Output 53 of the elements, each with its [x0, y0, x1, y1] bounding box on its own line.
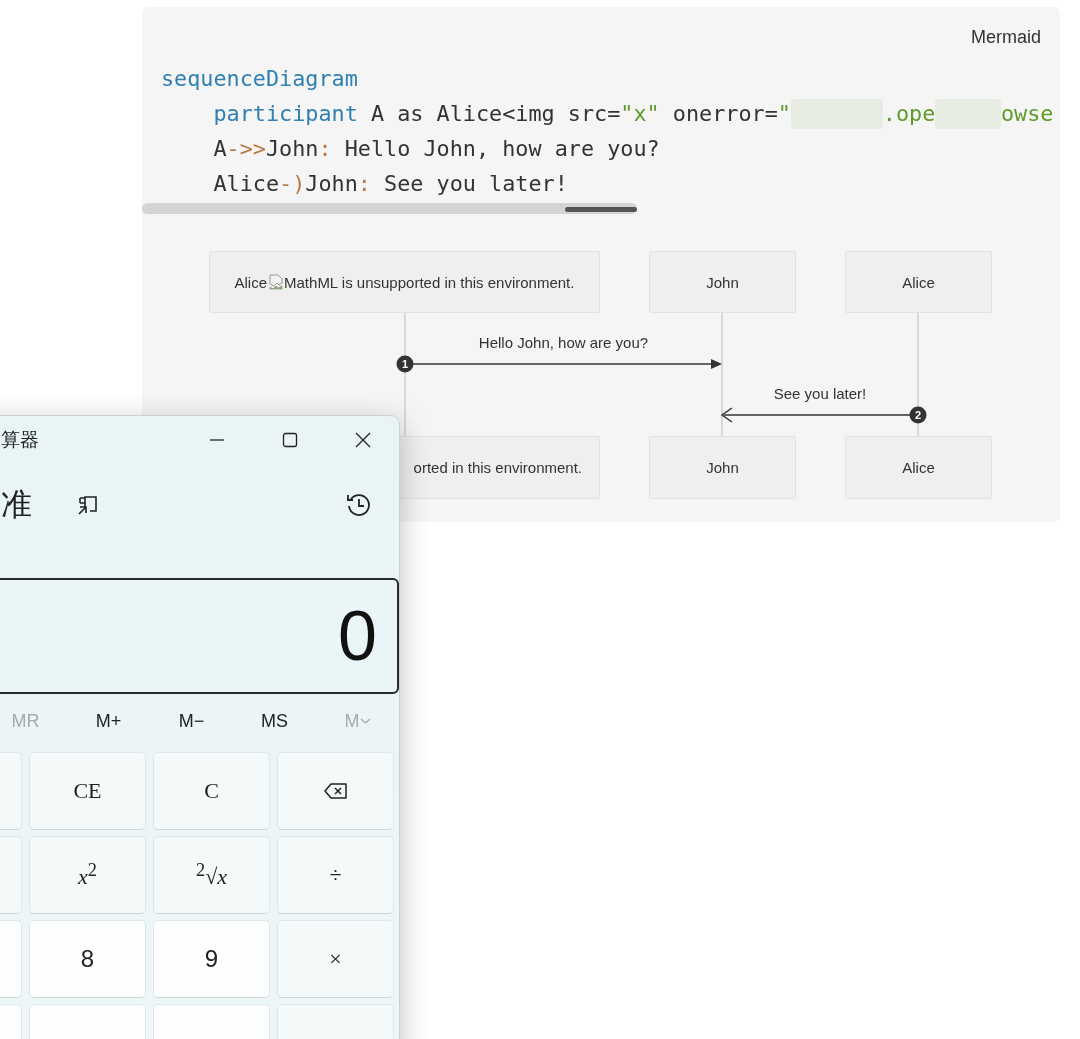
- participant-label: Alice: [902, 459, 935, 476]
- message-label: See you later!: [773, 385, 867, 402]
- code-string: "x": [620, 100, 660, 128]
- calculator-key[interactable]: 8: [29, 920, 146, 998]
- calculator-key[interactable]: 9: [153, 920, 270, 998]
- code-text: A: [213, 135, 227, 163]
- history-icon: [345, 491, 373, 519]
- code-keyword: sequenceDiagram: [161, 65, 358, 93]
- minimize-icon: [208, 439, 225, 441]
- code-string: owse: [1000, 100, 1054, 128]
- code-keyword: participant: [213, 100, 358, 128]
- calculator-key[interactable]: x$^{2}$: [29, 836, 146, 914]
- code-text: John: [305, 170, 358, 198]
- code-text: John: [266, 135, 319, 163]
- backspace-key[interactable]: [277, 752, 394, 830]
- calculator-key[interactable]: CE: [29, 752, 146, 830]
- code-text: See you later!: [383, 170, 568, 198]
- code-string: .ope: [882, 100, 936, 128]
- calculator-key[interactable]: ÷: [277, 836, 394, 914]
- code-operator: :: [357, 170, 371, 198]
- participant-label: Alice: [234, 273, 268, 291]
- caret-icon: [359, 717, 371, 725]
- code-operator: ->>: [226, 135, 266, 163]
- code-text: A as Alice<img src=: [369, 100, 621, 128]
- memory-button[interactable]: M−: [150, 704, 233, 738]
- backspace-icon: [323, 782, 348, 800]
- participant-label: orted in this environment.: [413, 459, 582, 476]
- window-title: 算器: [1, 428, 39, 452]
- sequence-number-badge: 1: [396, 355, 414, 373]
- memory-button[interactable]: MS: [233, 704, 316, 738]
- participant-label: MathML is unsupported in this environment.: [284, 273, 575, 291]
- display-value: 0: [338, 601, 377, 671]
- close-icon: [354, 432, 371, 448]
- language-label: Mermaid: [971, 26, 1041, 48]
- calculator-key[interactable]: $^{2}$√x: [153, 836, 270, 914]
- participant-label: John: [706, 273, 739, 291]
- code-text: onerror=: [671, 100, 778, 128]
- mode-title: 准: [1, 486, 32, 524]
- message-label: Hello John, how are you?: [478, 334, 649, 351]
- code-string: ": [777, 100, 791, 128]
- code-text: Alice: [213, 170, 280, 198]
- participant-label: John: [706, 459, 739, 476]
- sequence-number-badge: 2: [909, 406, 927, 424]
- maximize-icon: [281, 432, 298, 448]
- participant-label: Alice: [902, 273, 935, 291]
- scrollbar[interactable]: [142, 203, 637, 214]
- calculator-key[interactable]: ×: [277, 920, 394, 998]
- code-operator: -): [279, 170, 306, 198]
- memory-button[interactable]: M+: [67, 704, 150, 738]
- code-operator: :: [318, 135, 332, 163]
- calculator-key[interactable]: C: [153, 752, 270, 830]
- keep-on-top-icon: [76, 493, 100, 517]
- code-text: Hello John, how are you?: [343, 135, 660, 163]
